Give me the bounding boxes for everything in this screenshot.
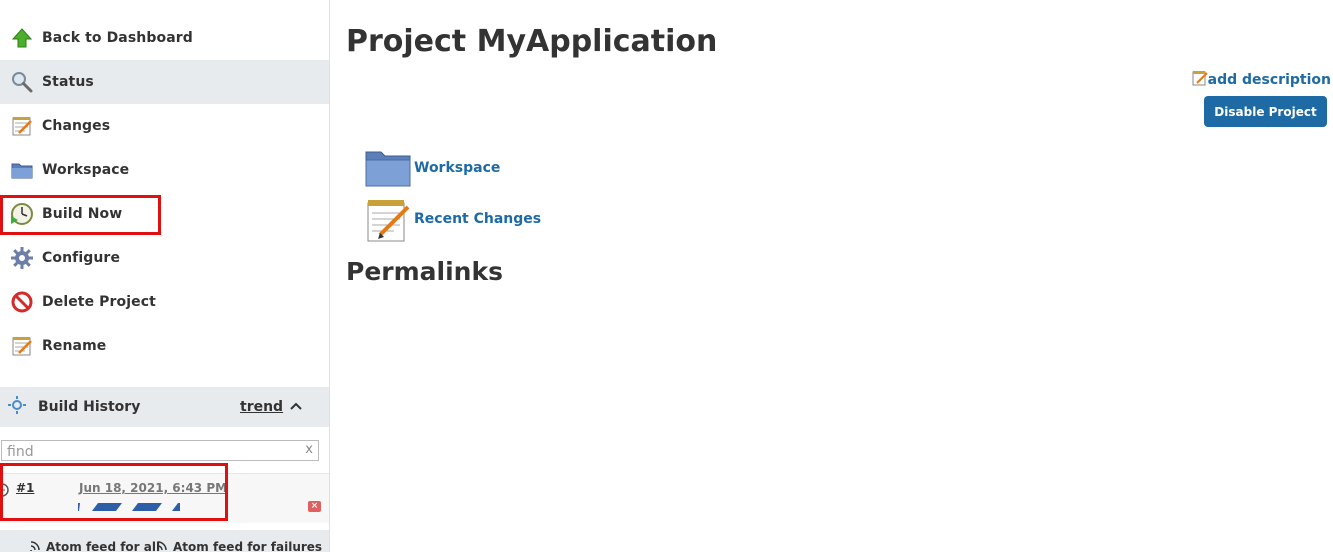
folder-icon	[10, 158, 34, 182]
recent-changes-label: Recent Changes	[414, 211, 542, 227]
build-row-highlight-box	[0, 463, 228, 521]
build-history-header: Build History trend	[0, 387, 329, 427]
feed-label: Atom feed for all	[46, 540, 161, 552]
rss-icon	[30, 540, 41, 552]
task-label: Delete Project	[42, 294, 156, 310]
back-to-dashboard-link[interactable]: Back to Dashboard	[0, 16, 329, 60]
sidebar: Back to Dashboard Status Changes Workspa…	[0, 0, 330, 552]
build-history-icon	[8, 396, 26, 418]
folder-icon	[364, 146, 412, 190]
trend-link[interactable]: trend	[240, 399, 283, 415]
up-arrow-icon	[10, 26, 34, 50]
task-label: Configure	[42, 250, 121, 266]
rss-icon	[157, 540, 168, 552]
task-label: Rename	[42, 338, 107, 354]
atom-feed-failures-link[interactable]: Atom feed for failures	[157, 540, 322, 552]
clear-search-button[interactable]: x	[305, 442, 313, 457]
gear-icon	[10, 246, 34, 270]
task-label: Status	[42, 74, 94, 90]
build-search-input[interactable]	[2, 442, 318, 462]
delete-project-link[interactable]: Delete Project	[0, 280, 329, 324]
build-now-highlight-box	[0, 195, 161, 235]
magnifier-icon	[10, 70, 34, 94]
feeds-bar: Atom feed for all Atom feed for failures	[0, 530, 329, 552]
notepad-icon	[10, 334, 34, 358]
page-title: Project MyApplication	[346, 24, 718, 59]
task-label: Back to Dashboard	[42, 30, 193, 46]
disable-project-button[interactable]: Disable Project	[1204, 96, 1327, 127]
notepad-icon	[10, 114, 34, 138]
task-label: Changes	[42, 118, 111, 134]
workspace-link[interactable]: Workspace	[0, 148, 329, 192]
atom-feed-all-link[interactable]: Atom feed for all	[30, 540, 160, 552]
main-panel: Project MyApplication add description Di…	[346, 0, 1333, 552]
changes-link[interactable]: Changes	[0, 104, 329, 148]
rename-link[interactable]: Rename	[0, 324, 329, 368]
workspace-main-link[interactable]: Workspace	[364, 146, 500, 190]
configure-link[interactable]: Configure	[0, 236, 329, 280]
build-search-box: x	[1, 440, 319, 462]
add-description-label: add description	[1207, 72, 1331, 88]
permalinks-heading: Permalinks	[346, 257, 503, 286]
cancel-build-icon[interactable]: ×	[308, 501, 321, 512]
feed-label: Atom feed for failures	[173, 540, 323, 552]
chevron-up-icon[interactable]	[288, 398, 304, 418]
workspace-main-label: Workspace	[414, 160, 501, 176]
recent-changes-link[interactable]: Recent Changes	[364, 197, 542, 242]
build-history-title: Build History	[38, 399, 141, 415]
add-description-link[interactable]: add description	[1192, 70, 1331, 90]
no-entry-icon	[10, 290, 34, 314]
edit-icon	[1192, 70, 1208, 90]
task-label: Workspace	[42, 162, 130, 178]
notepad-icon	[364, 197, 412, 242]
status-link[interactable]: Status	[0, 60, 329, 104]
